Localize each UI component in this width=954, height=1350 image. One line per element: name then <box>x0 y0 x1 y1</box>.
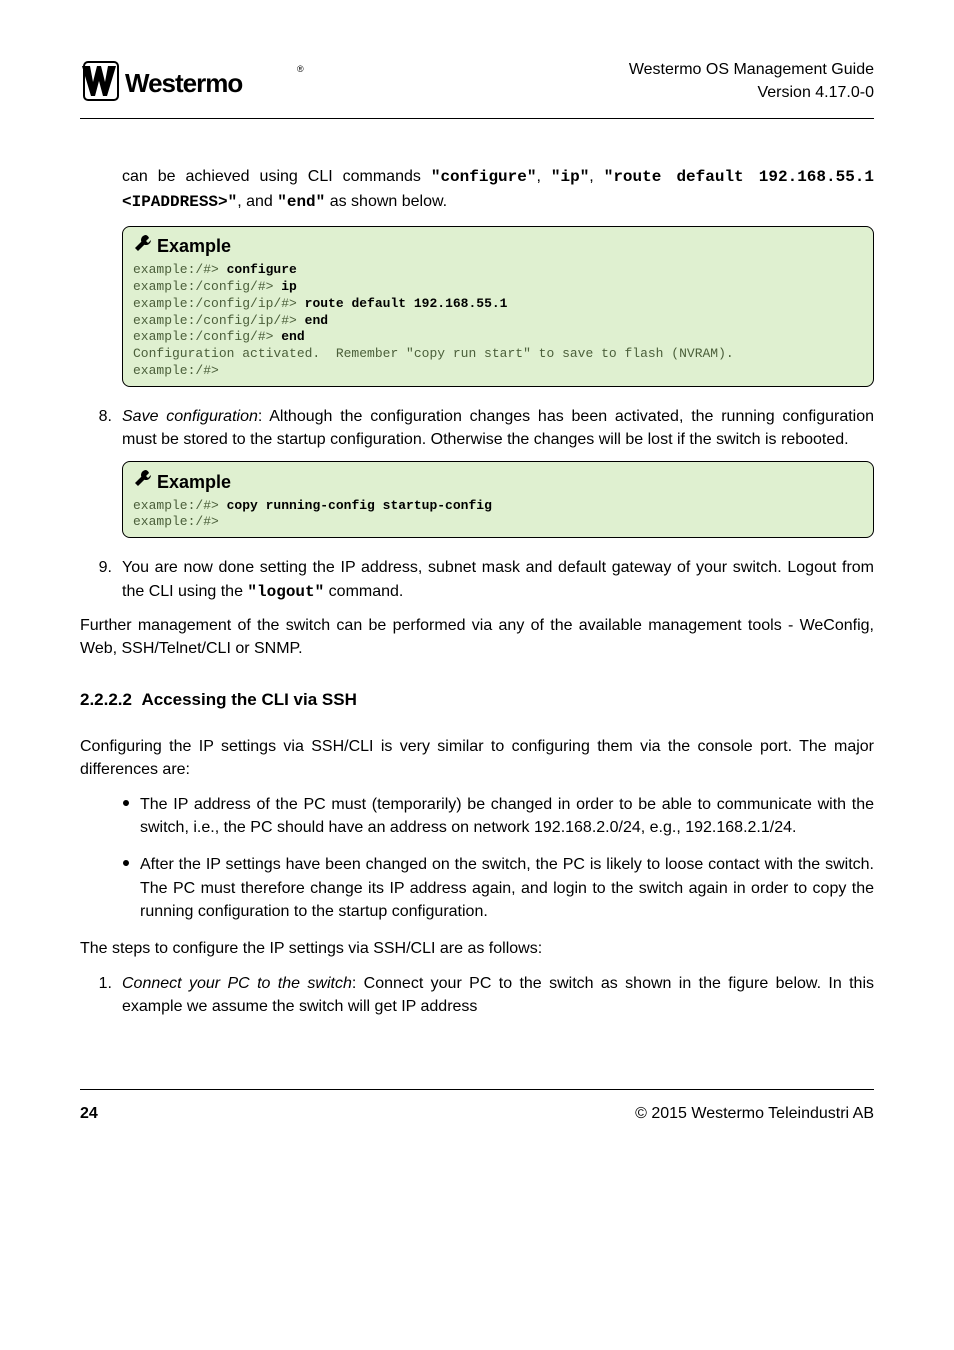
logo: Westermo ® <box>80 58 310 104</box>
section-heading: 2.2.2.2 Accessing the CLI via SSH <box>80 688 874 713</box>
section-title: Accessing the CLI via SSH <box>141 690 356 709</box>
cmd-configure: "configure" <box>431 168 537 186</box>
step-9-text-2: command. <box>324 583 403 600</box>
example-1-terminal: example:/#> configureexample:/config/#> … <box>133 262 863 380</box>
example-2-title: Example <box>157 469 231 495</box>
bullet-1-text: The IP address of the PC must (temporari… <box>140 793 874 839</box>
step-8: 8. Save configuration: Although the conf… <box>80 405 874 451</box>
copyright-text: © 2015 Westermo Teleindustri AB <box>635 1102 874 1125</box>
page-content: can be achieved using CLI commands "conf… <box>80 119 874 1018</box>
cmd-end: "end" <box>277 193 325 211</box>
bullet-list: The IP address of the PC must (temporari… <box>80 793 874 923</box>
bullet-dot-icon <box>122 853 140 923</box>
intro-text-1: can be achieved using CLI commands <box>122 168 431 185</box>
steps-intro-paragraph: The steps to configure the IP settings v… <box>80 937 874 960</box>
wrench-icon <box>133 233 153 260</box>
cmd-logout: "logout" <box>247 583 324 601</box>
step-1-num: 1. <box>80 972 122 1018</box>
example-2-title-row: Example <box>133 468 863 495</box>
example-box-2: Example example:/#> copy running-config … <box>122 461 874 538</box>
svg-text:Westermo: Westermo <box>125 68 242 98</box>
bullet-2-text: After the IP settings have been changed … <box>140 853 874 923</box>
page-number: 24 <box>80 1102 98 1125</box>
guide-title: Westermo OS Management Guide <box>629 58 874 81</box>
example-box-1: Example example:/#> configureexample:/co… <box>122 226 874 387</box>
section-num: 2.2.2.2 <box>80 690 132 709</box>
step-8-title: Save configuration <box>122 408 258 425</box>
page-header: Westermo ® Westermo OS Management Guide … <box>80 0 874 119</box>
example-1-title-row: Example <box>133 233 863 260</box>
version-line: Version 4.17.0-0 <box>629 81 874 104</box>
bullet-dot-icon <box>122 793 140 839</box>
bullet-2: After the IP settings have been changed … <box>122 853 874 923</box>
svg-text:®: ® <box>297 64 304 74</box>
step-9: 9. You are now done setting the IP addre… <box>80 556 874 603</box>
step-9-text-1: You are now done setting the IP address,… <box>122 559 874 599</box>
section-intro-paragraph: Configuring the IP settings via SSH/CLI … <box>80 735 874 781</box>
example-2-terminal: example:/#> copy running-config startup-… <box>133 498 863 532</box>
further-paragraph: Further management of the switch can be … <box>80 614 874 660</box>
bullet-1: The IP address of the PC must (temporari… <box>122 793 874 839</box>
cmd-ip: "ip" <box>551 168 589 186</box>
example-1-title: Example <box>157 233 231 259</box>
page-footer: 24 © 2015 Westermo Teleindustri AB <box>80 1089 874 1125</box>
step-1: 1. Connect your PC to the switch: Connec… <box>80 972 874 1018</box>
intro-paragraph: can be achieved using CLI commands "conf… <box>122 165 874 213</box>
intro-text-2: as shown below. <box>325 193 447 210</box>
westermo-logo-icon: Westermo ® <box>80 58 310 104</box>
wrench-icon <box>133 468 153 495</box>
header-text: Westermo OS Management Guide Version 4.1… <box>629 58 874 104</box>
step-9-num: 9. <box>80 556 122 603</box>
step-1-title: Connect your PC to the switch <box>122 975 352 992</box>
step-8-num: 8. <box>80 405 122 451</box>
